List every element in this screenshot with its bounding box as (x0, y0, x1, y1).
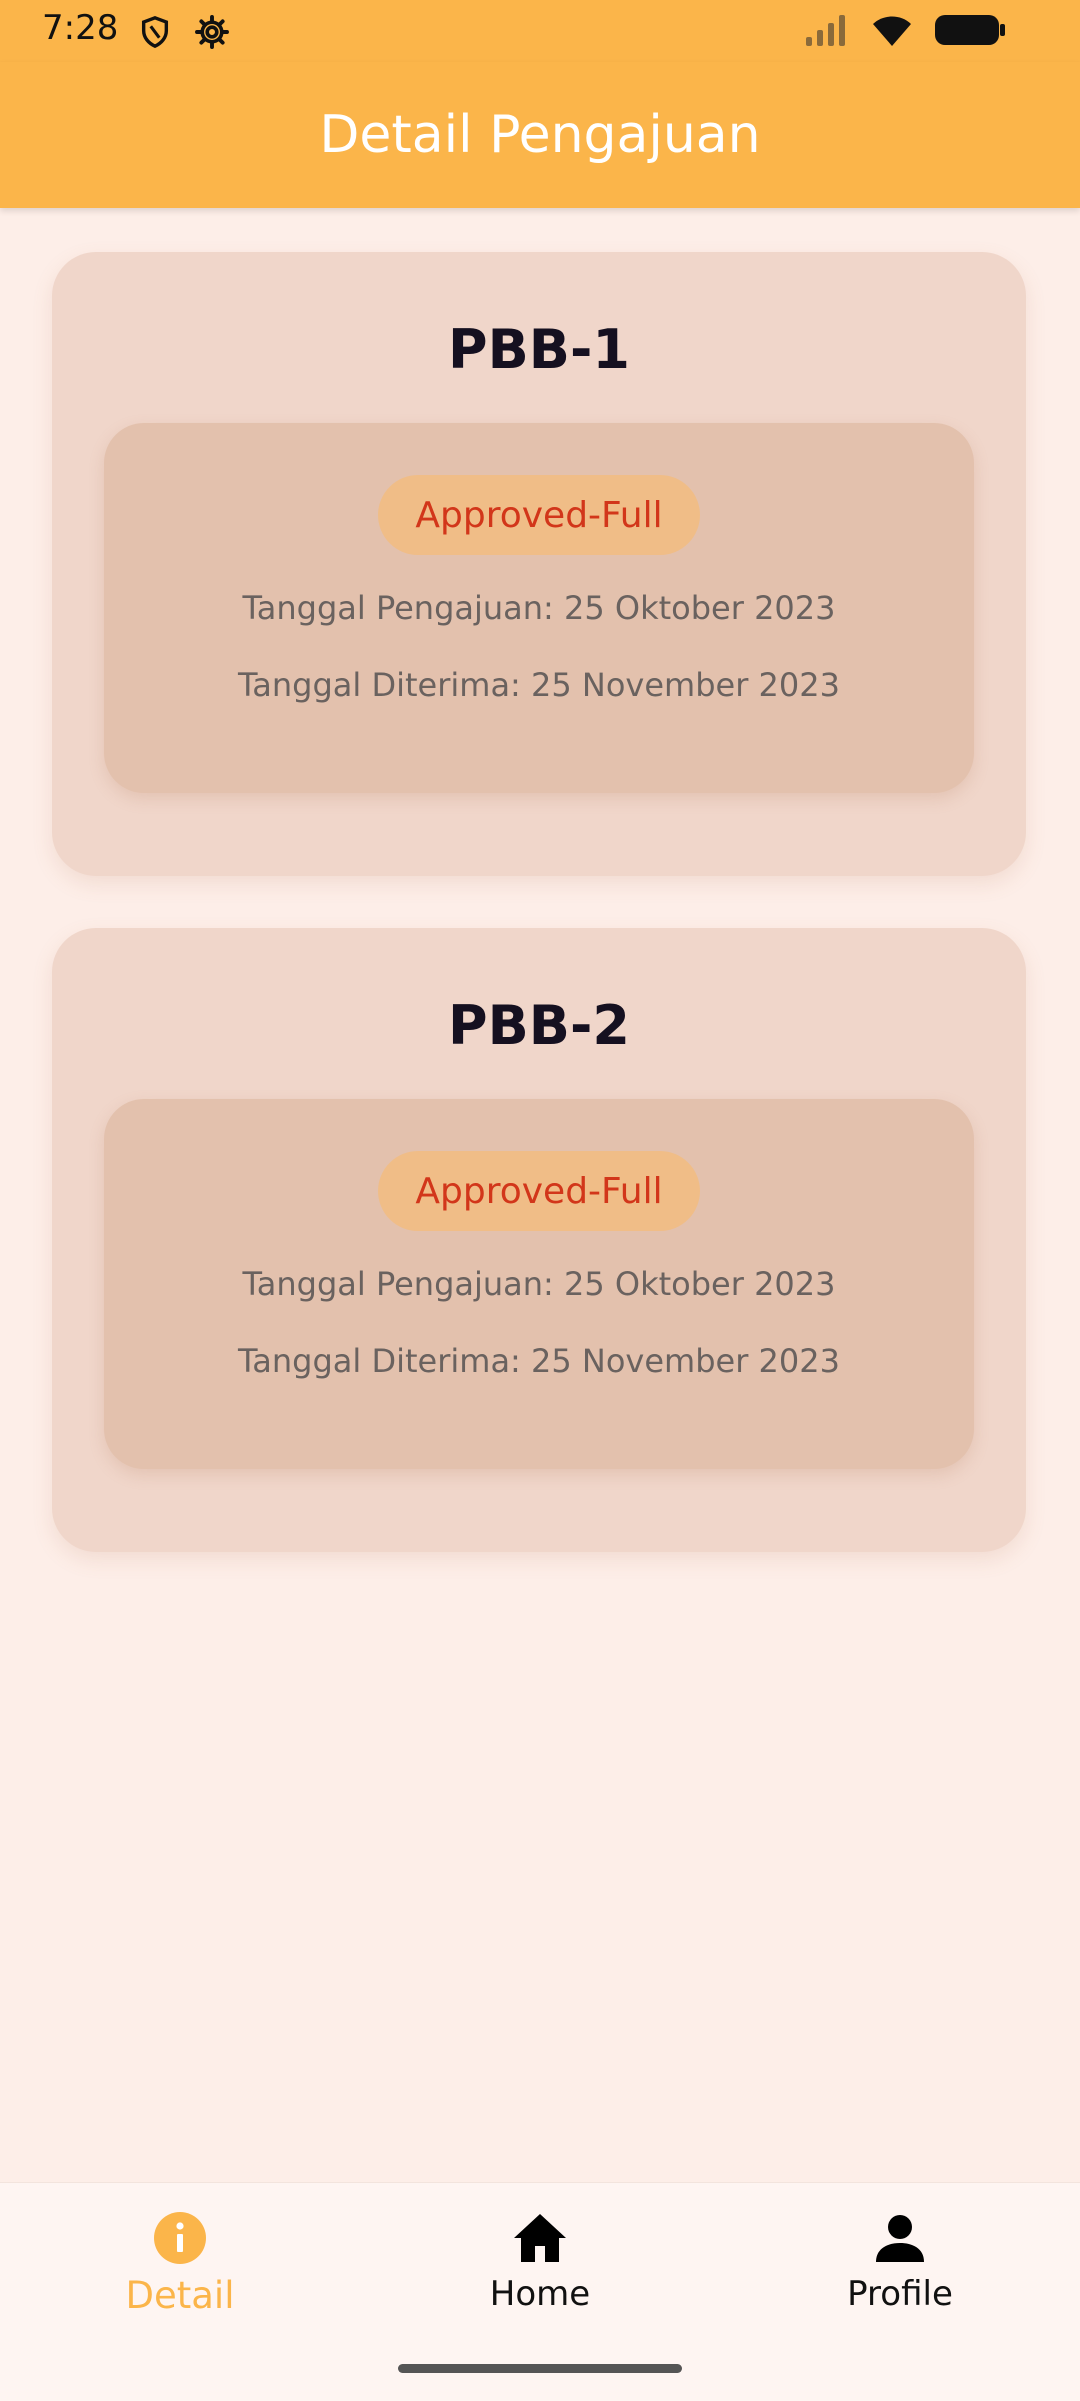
status-bar: 7:28 (0, 0, 1080, 62)
status-badge: Approved-Full (378, 1151, 700, 1231)
nav-label-home: Home (489, 2274, 591, 2314)
home-indicator[interactable] (398, 2364, 682, 2373)
card-title: PBB-1 (448, 318, 630, 381)
card-title: PBB-2 (448, 994, 630, 1057)
shield-icon (138, 14, 172, 54)
nav-label-profile: Profile (847, 2274, 953, 2314)
nav-item-profile[interactable]: Profile (750, 2208, 1050, 2314)
page-title: Detail Pengajuan (319, 105, 761, 165)
battery-icon (934, 12, 1006, 52)
submission-detail-panel: Approved-Full Tanggal Pengajuan: 25 Okto… (104, 423, 974, 793)
status-right-icons (804, 12, 1006, 52)
info-icon (150, 2208, 210, 2268)
home-icon (510, 2208, 570, 2268)
received-date: Tanggal Diterima: 25 November 2023 (238, 666, 840, 704)
submission-date: Tanggal Pengajuan: 25 Oktober 2023 (242, 1265, 836, 1303)
submission-card[interactable]: PBB-2 Approved-Full Tanggal Pengajuan: 2… (52, 928, 1026, 1552)
nav-item-detail[interactable]: Detail (30, 2208, 330, 2317)
person-icon (870, 2208, 930, 2268)
submission-date: Tanggal Pengajuan: 25 Oktober 2023 (242, 589, 836, 627)
gear-icon (194, 14, 230, 54)
signal-icon (804, 13, 850, 51)
status-left-icons (138, 14, 230, 54)
submission-card[interactable]: PBB-1 Approved-Full Tanggal Pengajuan: 2… (52, 252, 1026, 876)
app-bar: Detail Pengajuan (0, 62, 1080, 208)
wifi-icon (870, 12, 914, 52)
status-time: 7:28 (42, 8, 119, 48)
nav-item-home[interactable]: Home (390, 2208, 690, 2314)
status-badge: Approved-Full (378, 475, 700, 555)
submission-detail-panel: Approved-Full Tanggal Pengajuan: 25 Okto… (104, 1099, 974, 1469)
nav-label-detail: Detail (125, 2274, 235, 2317)
received-date: Tanggal Diterima: 25 November 2023 (238, 1342, 840, 1380)
